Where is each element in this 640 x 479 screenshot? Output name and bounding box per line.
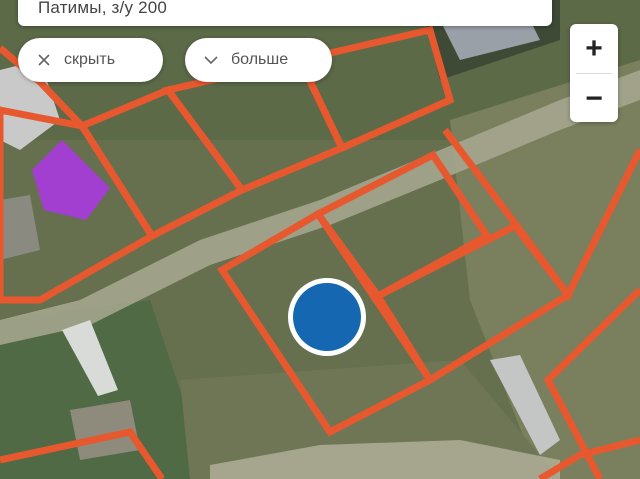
close-icon xyxy=(38,54,50,66)
search-query: Патимы, з/у 200 xyxy=(38,0,168,17)
hide-button-label: скрыть xyxy=(64,51,116,68)
zoom-in-button[interactable]: + xyxy=(570,24,618,73)
more-button-label: больше xyxy=(231,51,289,68)
location-marker[interactable] xyxy=(293,283,361,351)
search-bar[interactable]: Патимы, з/у 200 xyxy=(18,0,552,26)
chevron-down-icon xyxy=(204,56,218,65)
hide-button[interactable]: скрыть xyxy=(18,38,163,82)
zoom-out-button[interactable]: − xyxy=(570,74,618,122)
more-button[interactable]: больше xyxy=(185,38,332,82)
zoom-controls: + − xyxy=(570,24,618,122)
